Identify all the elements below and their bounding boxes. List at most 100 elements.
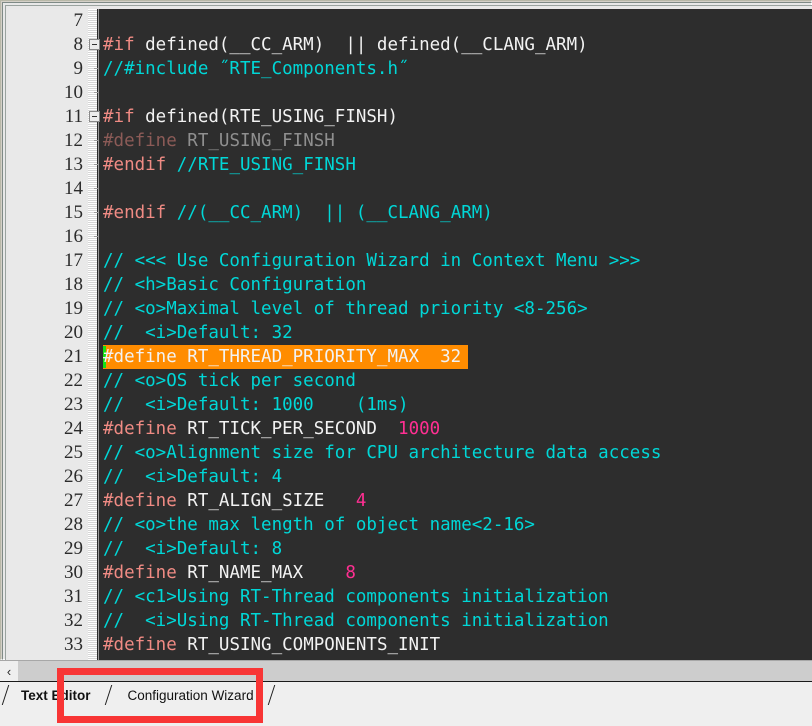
code-line[interactable]: 22 // <o>OS tick per second bbox=[9, 369, 812, 393]
line-number: 27 bbox=[64, 490, 83, 511]
code-token: RT_USING_FINSH bbox=[176, 131, 335, 151]
line-number: 16 bbox=[64, 226, 83, 247]
code-line[interactable]: 32 // <i>Using RT-Thread components initi… bbox=[9, 609, 812, 633]
line-number: 10 bbox=[64, 82, 83, 103]
code-line[interactable]: 16 bbox=[9, 225, 812, 249]
fold-collapse-icon[interactable] bbox=[89, 111, 100, 122]
code-line[interactable]: 13 #endif //RTE_USING_FINSH bbox=[9, 153, 812, 177]
code-line-text: #define RT_ALIGN_SIZE 4 bbox=[103, 489, 366, 513]
fold-branch-icon bbox=[94, 164, 99, 165]
code-line[interactable]: 20 // <i>Default: 32 bbox=[9, 321, 812, 345]
fold-collapse-icon[interactable] bbox=[89, 39, 100, 50]
code-token: #define RT_THREAD_PRIORITY_MAX 32 bbox=[103, 347, 462, 367]
code-token: // <i>Default: 8 bbox=[103, 539, 283, 559]
code-token: #define bbox=[103, 419, 177, 439]
tab-text-editor[interactable]: Text Editor bbox=[11, 682, 103, 708]
line-number: 32 bbox=[64, 610, 83, 631]
code-token: //RTE_USING_FINSH bbox=[176, 155, 356, 175]
code-token: // <h>Basic Configuration bbox=[103, 275, 367, 295]
code-token: // <<< Use Configuration Wizard in Conte… bbox=[103, 251, 641, 271]
line-number: 31 bbox=[64, 586, 83, 607]
code-line-text: // <i>Default: 8 bbox=[103, 537, 282, 561]
code-line[interactable]: 18 // <h>Basic Configuration bbox=[9, 273, 812, 297]
line-number: 17 bbox=[64, 250, 83, 271]
editor-frame-inner: 7 8 #if defined(__CC_ARM) || defined(__CLA… bbox=[2, 2, 812, 661]
code-line[interactable]: 21 #define RT_THREAD_PRIORITY_MAX 32 bbox=[9, 345, 812, 369]
horizontal-scrollbar[interactable]: ‹ bbox=[0, 660, 812, 681]
code-token: // <i>Default: 32 bbox=[103, 323, 293, 343]
code-line-text: // <o>the max length of object name<2-16… bbox=[103, 513, 535, 537]
code-editor-window: 7 8 #if defined(__CC_ARM) || defined(__CLA… bbox=[0, 0, 812, 726]
code-line[interactable]: 23 // <i>Default: 1000 (1ms) bbox=[9, 393, 812, 417]
code-line[interactable]: 9 //#include ˝RTE_Components.h˝ bbox=[9, 57, 812, 81]
code-line[interactable]: 11 #if defined(RTE_USING_FINSH) bbox=[9, 105, 812, 129]
code-token: // <c1>Using RT-Thread components initia… bbox=[103, 587, 609, 607]
code-token: RT_TICK_PER_SECOND bbox=[176, 419, 399, 439]
code-line[interactable]: 19 // <o>Maximal level of thread priority… bbox=[9, 297, 812, 321]
line-number: 7 bbox=[73, 10, 84, 31]
tab-configuration-wizard[interactable]: Configuration Wizard bbox=[114, 682, 266, 708]
code-token: RT_USING_COMPONENTS_INIT bbox=[176, 635, 441, 655]
line-number: 22 bbox=[64, 370, 83, 391]
code-token: defined(__CC_ARM) || defined(__CLANG_ARM… bbox=[134, 35, 588, 55]
code-line-text: #define RT_THREAD_PRIORITY_MAX 32 bbox=[103, 345, 461, 369]
code-token: RT_NAME_MAX bbox=[176, 563, 346, 583]
fold-branch-icon bbox=[94, 212, 99, 213]
editor-frame-bevel: 7 8 #if defined(__CC_ARM) || defined(__CLA… bbox=[5, 5, 812, 661]
code-token: #if bbox=[103, 107, 135, 127]
code-line[interactable]: 25 // <o>Alignment size for CPU architect… bbox=[9, 441, 812, 465]
code-line[interactable]: 27 #define RT_ALIGN_SIZE 4 bbox=[9, 489, 812, 513]
code-line-text: //#include ˝RTE_Components.h˝ bbox=[103, 57, 409, 81]
line-number: 11 bbox=[64, 106, 83, 127]
code-token: // <o>Alignment size for CPU architectur… bbox=[103, 443, 662, 463]
editor-frame-outer: 7 8 #if defined(__CC_ARM) || defined(__CLA… bbox=[0, 0, 812, 661]
code-line[interactable]: 31 // <c1>Using RT-Thread components init… bbox=[9, 585, 812, 609]
code-line-text: // <i>Using RT-Thread components initial… bbox=[103, 609, 609, 633]
code-line-text: #if defined(RTE_USING_FINSH) bbox=[103, 105, 398, 129]
code-token: //(__CC_ARM) || (__CLANG_ARM) bbox=[176, 203, 493, 223]
source-code-editor[interactable]: 7 8 #if defined(__CC_ARM) || defined(__CLA… bbox=[9, 9, 812, 661]
code-line-text: // <i>Default: 4 bbox=[103, 465, 282, 489]
tab-separator bbox=[266, 682, 277, 708]
code-line[interactable]: 24 #define RT_TICK_PER_SECOND 1000 bbox=[9, 417, 812, 441]
scroll-left-arrow-icon[interactable]: ‹ bbox=[0, 661, 18, 681]
code-token: // <i>Default: 4 bbox=[103, 467, 283, 487]
code-line[interactable]: 12 #define RT_USING_FINSH bbox=[9, 129, 812, 153]
code-line[interactable]: 14 bbox=[9, 177, 812, 201]
code-token: //#include ˝RTE_Components.h˝ bbox=[103, 59, 409, 79]
code-token: // <i>Default: 1000 (1ms) bbox=[103, 395, 409, 415]
line-number: 23 bbox=[64, 394, 83, 415]
line-number: 18 bbox=[64, 274, 83, 295]
line-number: 24 bbox=[64, 418, 83, 439]
code-line-text: #define RT_USING_COMPONENTS_INIT bbox=[103, 633, 440, 657]
fold-branch-icon bbox=[94, 140, 99, 141]
line-number: 9 bbox=[73, 58, 84, 79]
scrollbar-track[interactable] bbox=[18, 661, 812, 681]
tab-separator bbox=[0, 682, 11, 708]
code-line-text: #define RT_NAME_MAX 8 bbox=[103, 561, 356, 585]
code-token: // <o>the max length of object name<2-16… bbox=[103, 515, 535, 535]
code-line[interactable]: 30 #define RT_NAME_MAX 8 bbox=[9, 561, 812, 585]
code-line[interactable]: 7 bbox=[9, 9, 812, 33]
code-line-text: // <h>Basic Configuration bbox=[103, 273, 366, 297]
tab-separator bbox=[103, 682, 114, 708]
code-line[interactable]: 15 #endif //(__CC_ARM) || (__CLANG_ARM) bbox=[9, 201, 812, 225]
line-number: 8 bbox=[73, 34, 84, 55]
line-number: 13 bbox=[64, 154, 83, 175]
line-number: 29 bbox=[64, 538, 83, 559]
code-line[interactable]: 17 // <<< Use Configuration Wizard in Con… bbox=[9, 249, 812, 273]
code-line[interactable]: 33 #define RT_USING_COMPONENTS_INIT bbox=[9, 633, 812, 657]
code-line[interactable]: 28 // <o>the max length of object name<2-… bbox=[9, 513, 812, 537]
code-line[interactable]: 26 // <i>Default: 4 bbox=[9, 465, 812, 489]
code-line[interactable]: 10 bbox=[9, 81, 812, 105]
code-token: #define bbox=[103, 635, 177, 655]
line-number: 20 bbox=[64, 322, 83, 343]
code-line[interactable]: 8 #if defined(__CC_ARM) || defined(__CLAN… bbox=[9, 33, 812, 57]
line-number: 12 bbox=[64, 130, 83, 151]
code-token: // <o>OS tick per second bbox=[103, 371, 356, 391]
code-token: // <i>Using RT-Thread components initial… bbox=[103, 611, 609, 631]
code-line-text: // <c1>Using RT-Thread components initia… bbox=[103, 585, 609, 609]
code-line[interactable]: 29 // <i>Default: 8 bbox=[9, 537, 812, 561]
